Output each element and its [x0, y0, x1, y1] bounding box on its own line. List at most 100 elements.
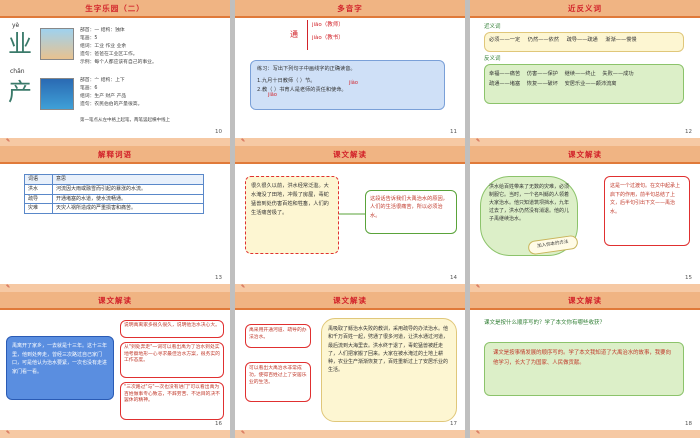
slide-thumbnail-13[interactable]: 解释词语 词语 意思 洪水 河流因大雨或融雪而引起的暴涨的水流。 疏导 开通堵塞的水道… [0, 146, 230, 292]
synonym-label: 近义词 [484, 24, 501, 30]
slide-thumbnail-14[interactable]: 课文解读 很久很久以前，洪水经常泛滥。大水淹没了田地，冲毁了房屋，毒蛇猛兽到处伤… [235, 146, 465, 292]
char-info: 造句：爸爸在工业区工作。 [80, 52, 138, 57]
antonym-pair: 继续——终止 [564, 71, 596, 77]
logo-icon: ✎ [6, 430, 11, 437]
exercise-q1: 1.九月十日教师（ ）节。 [257, 78, 316, 85]
slide-title: 生字乐园（二） [85, 4, 145, 13]
slide-header: 多音字 [235, 0, 465, 18]
table-cell: 疏导 [24, 193, 53, 205]
table-cell: 洪水 [24, 183, 53, 195]
slide-title: 课文解读 [568, 296, 602, 305]
note-box-1: 禹采用开通河道、疏导的办法治水。 [245, 324, 311, 348]
char-info: 示例：每个人都应该有自己的事业。 [80, 60, 157, 65]
char-info: 笔画：5 [80, 36, 98, 41]
slide-thumbnail-10[interactable]: 生字乐园（二） yè 业 chǎn 产 部首：一 结构：独体 笔画：5 组词：工… [0, 0, 230, 146]
synonym-pair: 渐渐——慢慢 [605, 37, 637, 43]
antonym-label: 反义词 [484, 56, 501, 62]
char-info: 笔画：6 [80, 86, 98, 91]
big-char-chan: 产 [8, 78, 32, 106]
synonym-pair: 必须——一定 [489, 37, 521, 43]
slide-thumbnail-16[interactable]: 课文解读 禹离开了家乡，一去就是十三年。这十三年里，他到处奔走，曾经三次路过自己… [0, 292, 230, 438]
antonym-pair: 幸福——痛苦 [489, 71, 521, 77]
note-box-1: 说明禹离家多很久很久，说明他治水决心大。 [120, 320, 224, 338]
logo-icon: ✎ [6, 138, 11, 145]
passage-box: 禹吸取了鲧治水失败的教训，采用疏导的办法治水。他和千万百姓一起，劈通了很多河道，… [321, 318, 457, 422]
slide-header: 生字乐园（二） [0, 0, 230, 18]
slide-title: 课文解读 [98, 296, 132, 305]
page-number: 14 [450, 274, 457, 281]
answer-2: jiāo [268, 92, 277, 98]
slide-title: 课文解读 [333, 150, 367, 159]
table-row: 灾难 天灾人祸所造成的严重损害和痛苦。 [24, 203, 204, 214]
slide-header: 课文解读 [470, 146, 700, 164]
slide-header: 近反义词 [470, 0, 700, 18]
table-cell: 天灾人祸所造成的严重损害和痛苦。 [52, 203, 204, 214]
antonym-pair: 仿害——保护 [526, 71, 558, 77]
illustration-image [40, 28, 74, 60]
logo-icon: ✎ [241, 138, 246, 145]
slide-thumbnail-15[interactable]: 课文解读 洪水给百姓带来了无数的灾难，必须制服它。当时，一个名叫鲧的人领着大家治… [470, 146, 700, 292]
page-number: 15 [685, 274, 692, 281]
slide-header: 解释词语 [0, 146, 230, 164]
connector-arrow-icon [339, 213, 365, 215]
synonym-pair: 仍然——依然 [527, 37, 559, 43]
char-info: 部首：一 结构：独体 [80, 28, 125, 33]
note-box-2: 从"到处奔走"一词可以看出禹为了治水到处实地考察地形一心寻求最佳治水方案，很务实… [120, 342, 224, 378]
polyphone-char: 通 [290, 30, 298, 39]
slide-title: 近反义词 [568, 4, 602, 13]
answer-1: jiào [349, 80, 358, 86]
slide-thumbnail-11[interactable]: 多音字 通 jiāo（教师） jiào（教书） 练习：写出下列句子中画线字的正确… [235, 0, 465, 146]
antonym-box: 幸福——痛苦 仿害——保护 继续——终止 失败——成功 疏通——堵塞 恢复——破… [484, 64, 684, 104]
reading-2: jiào（教书） [312, 35, 344, 42]
writing-note: 第一笔点从左中格上起笔，两笔竖起横中线上 [80, 118, 170, 123]
pinyin-chan: chǎn [10, 68, 25, 75]
reading-1: jiāo（教师） [312, 22, 344, 28]
page-number: 13 [215, 274, 222, 281]
answer-box: 课文是按事情发展的顺序写的。学了本文我知道了大禹治水的故事，我要向他学习，长大了… [484, 342, 684, 396]
table-cell: 河流因大雨或融雪而引起的暴涨的水流。 [52, 183, 204, 195]
logo-icon: ✎ [476, 138, 481, 145]
table-cell: 灾难 [24, 203, 53, 214]
page-number: 16 [215, 420, 222, 427]
slide-title: 课文解读 [568, 150, 602, 159]
antonym-pair: 恢复——破坏 [526, 81, 558, 88]
slide-title: 解释词语 [98, 150, 132, 159]
char-info: 组词：生产 财产 产品 [80, 94, 127, 99]
note-box-2: 可以看出大禹治水非常成功，使得百姓过上了安居乐业的生活。 [245, 362, 311, 402]
passage-box: 禹离开了家乡，一去就是十三年。这十三年里，他到处奔走，曾经三次路过自己家门口，可… [6, 336, 114, 400]
slide-title: 多音字 [337, 4, 363, 13]
logo-icon: ✎ [6, 284, 11, 291]
slide-header: 课文解读 [470, 292, 700, 310]
logo-icon: ✎ [476, 284, 481, 291]
note-box-3: "三次路过"与"一次也没有进门"可以看出禹为百姓做事专心致志，不辞劳苦、不达目的… [120, 382, 224, 420]
table-row: 洪水 河流因大雨或融雪而引起的暴涨的水流。 [24, 183, 204, 195]
exercise-task: 练习：写出下列句子中画线字的正确读音。 [257, 66, 356, 72]
synonym-box: 必须——一定 仍然——依然 疏导——疏通 渐渐——慢慢 [484, 32, 684, 52]
exercise-q2: 2.教（ ）书育人是老师的责任和使命。 [257, 87, 347, 94]
page-number: 17 [450, 420, 457, 427]
antonym-pair: 安居乐业——颠沛流离 [564, 81, 617, 88]
synonym-pair: 疏导——疏通 [566, 37, 598, 43]
note-box: 这是一个过渡句。在文中起承上启下的作用，前半句总结了上文，后半句引出下文——禹治… [604, 176, 690, 246]
illustration-image [40, 78, 74, 110]
vocab-table: 词语 意思 洪水 河流因大雨或融雪而引起的暴涨的水流。 疏导 开通堵塞的水道，使水流畅… [24, 174, 204, 214]
antonym-pair: 失败——成功 [602, 71, 634, 77]
slide-header: 课文解读 [235, 146, 465, 164]
comment-box: 这段话告诉我们大禹治水的原因，人们的生活很痛苦，所以必须治水。 [365, 190, 457, 234]
table-row: 疏导 开通堵塞的水道，使水流畅通。 [24, 193, 204, 205]
slide-title: 课文解读 [333, 296, 367, 305]
logo-icon: ✎ [241, 284, 246, 291]
slide-header: 课文解读 [235, 292, 465, 310]
page-number: 10 [215, 128, 222, 135]
slide-thumbnail-12[interactable]: 近反义词 近义词 必须——一定 仍然——依然 疏导——疏通 渐渐——慢慢 反义词… [470, 0, 700, 146]
char-info: 组词：工业 作业 业余 [80, 44, 127, 49]
logo-icon: ✎ [476, 430, 481, 437]
logo-icon: ✎ [241, 430, 246, 437]
char-info: 造句：农民伯伯的产量很高。 [80, 102, 143, 107]
slide-thumbnail-17[interactable]: 课文解读 禹采用开通河道、疏导的办法治水。 可以看出大禹治水非常成功，使得百姓过… [235, 292, 465, 438]
slide-thumbnail-18[interactable]: 课文解读 课文是按什么顺序写的？学了本文你有哪些收获？ 课文是按事情发展的顺序写… [470, 292, 700, 438]
slide-header: 课文解读 [0, 292, 230, 310]
exercise-box: 练习：写出下列句子中画线字的正确读音。 1.九月十日教师（ ）节。 2.教（ ）… [250, 60, 445, 110]
passage-box: 很久很久以前，洪水经常泛滥。大水淹没了田地，冲毁了房屋，毒蛇猛兽到处伤害百姓和牲… [245, 176, 339, 254]
slide-sorter-grid: 生字乐园（二） yè 业 chǎn 产 部首：一 结构：独体 笔画：5 组词：工… [0, 0, 700, 438]
